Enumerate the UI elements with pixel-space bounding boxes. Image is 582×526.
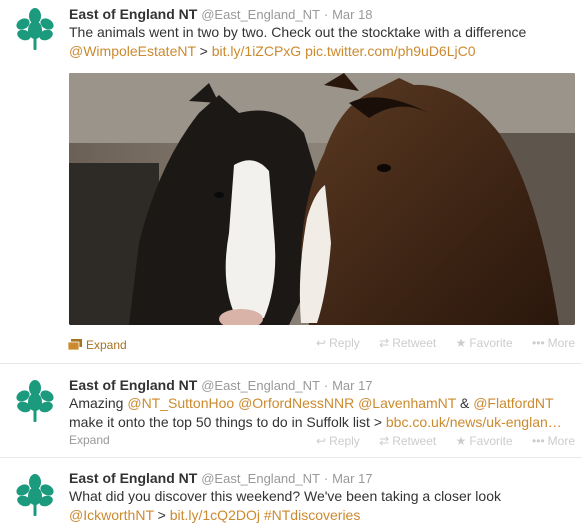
- url-link[interactable]: bit.ly/1cQ2DOj: [170, 507, 260, 523]
- reply-label: Reply: [329, 434, 360, 448]
- hashtag-link[interactable]: #NTdiscoveries: [264, 507, 360, 523]
- more-button[interactable]: ••• More: [532, 336, 575, 350]
- separator: ·: [323, 471, 329, 486]
- fullname[interactable]: East of England NT: [69, 377, 197, 393]
- text-fragment: Amazing: [69, 395, 128, 411]
- username[interactable]: @East_England_NT: [201, 471, 320, 486]
- retweet-button[interactable]: ⇄ Retweet: [379, 434, 436, 448]
- avatar-oak-leaf-icon[interactable]: [12, 472, 58, 518]
- expand-link[interactable]: Expand: [69, 433, 110, 447]
- mention-link[interactable]: @NT_SuttonHoo: [127, 395, 234, 411]
- favorite-button[interactable]: ★ Favorite: [456, 336, 513, 350]
- username[interactable]: @East_England_NT: [201, 378, 320, 393]
- avatar-oak-leaf-icon[interactable]: [12, 378, 58, 424]
- reply-icon: ↩: [316, 336, 327, 350]
- retweet-button[interactable]: ⇄ Retweet: [379, 336, 436, 350]
- mention-link[interactable]: @WimpoleEstateNT: [69, 43, 196, 59]
- star-icon: ★: [455, 336, 467, 350]
- tweet-text: Amazing @NT_SuttonHoo @OrfordNessNNR @La…: [69, 394, 572, 432]
- separator: ·: [323, 7, 329, 22]
- text-fragment: &: [456, 395, 474, 411]
- fullname[interactable]: East of England NT: [69, 6, 197, 22]
- url-link[interactable]: bbc.co.uk/news/uk-englan…: [386, 414, 562, 430]
- reply-label: Reply: [329, 336, 360, 350]
- retweet-label: Retweet: [392, 434, 437, 448]
- reply-icon: ↩: [316, 434, 327, 448]
- tweet-text: The animals went in two by two. Check ou…: [69, 23, 572, 61]
- mention-link[interactable]: @IckworthNT: [69, 507, 154, 523]
- text-separator: >: [195, 43, 212, 59]
- tweet-actions: ↩ Reply ⇄ Retweet ★ Favorite ••• More: [300, 434, 575, 448]
- text-fragment: make it onto the top 50 things to do in …: [69, 414, 386, 430]
- star-icon: ★: [455, 434, 467, 448]
- favorite-label: Favorite: [469, 336, 513, 350]
- tweet[interactable]: East of England NT @East_England_NT · Ma…: [0, 364, 582, 458]
- timestamp[interactable]: Mar 17: [332, 471, 372, 486]
- more-button[interactable]: ••• More: [532, 434, 575, 448]
- url-link[interactable]: bit.ly/1iZCPxG: [212, 43, 301, 59]
- expand-link[interactable]: Expand: [67, 338, 127, 352]
- tweet-text-line: The animals went in two by two. Check ou…: [69, 24, 527, 40]
- mention-link[interactable]: @LavenhamNT: [358, 395, 456, 411]
- avatar-oak-leaf-icon[interactable]: [12, 6, 58, 52]
- timestamp[interactable]: Mar 17: [332, 378, 372, 393]
- pic-link[interactable]: pic.twitter.com/ph9uD6LjC0: [305, 43, 475, 59]
- tweet-header: East of England NT @East_England_NT · Ma…: [69, 470, 572, 487]
- reply-button[interactable]: ↩ Reply: [316, 336, 360, 350]
- favorite-label: Favorite: [469, 434, 513, 448]
- timestamp[interactable]: Mar 18: [332, 7, 372, 22]
- more-label: More: [547, 336, 575, 350]
- tweet-text: What did you discover this weekend? We'v…: [69, 487, 572, 525]
- timeline: East of England NT @East_England_NT · Ma…: [0, 0, 582, 526]
- retweet-icon: ⇄: [379, 434, 390, 448]
- fullname[interactable]: East of England NT: [69, 470, 197, 486]
- mention-link[interactable]: @FlatfordNT: [473, 395, 553, 411]
- username[interactable]: @East_England_NT: [201, 7, 320, 22]
- expand-label: Expand: [86, 338, 127, 352]
- tweet[interactable]: East of England NT @East_England_NT · Ma…: [0, 0, 582, 364]
- tweet[interactable]: East of England NT @East_England_NT · Ma…: [0, 458, 582, 526]
- tweet-actions: ↩ Reply ⇄ Retweet ★ Favorite ••• More: [300, 336, 575, 350]
- separator: ·: [323, 378, 329, 393]
- more-dots-icon: •••: [532, 434, 545, 448]
- reply-button[interactable]: ↩ Reply: [316, 434, 360, 448]
- horses-photo-image: [69, 73, 575, 325]
- tweet-photo[interactable]: [69, 73, 575, 325]
- favorite-button[interactable]: ★ Favorite: [456, 434, 513, 448]
- tweet-header: East of England NT @East_England_NT · Ma…: [69, 6, 572, 23]
- text-separator: >: [153, 507, 170, 523]
- expand-label: Expand: [69, 433, 110, 447]
- tweet-text-line: What did you discover this weekend? We'v…: [69, 488, 501, 504]
- tweet-header: East of England NT @East_England_NT · Ma…: [69, 377, 572, 394]
- more-dots-icon: •••: [532, 336, 545, 350]
- retweet-icon: ⇄: [379, 336, 390, 350]
- mention-link[interactable]: @OrfordNessNNR: [238, 395, 354, 411]
- retweet-label: Retweet: [392, 336, 437, 350]
- photo-icon: [67, 339, 82, 351]
- more-label: More: [547, 434, 575, 448]
